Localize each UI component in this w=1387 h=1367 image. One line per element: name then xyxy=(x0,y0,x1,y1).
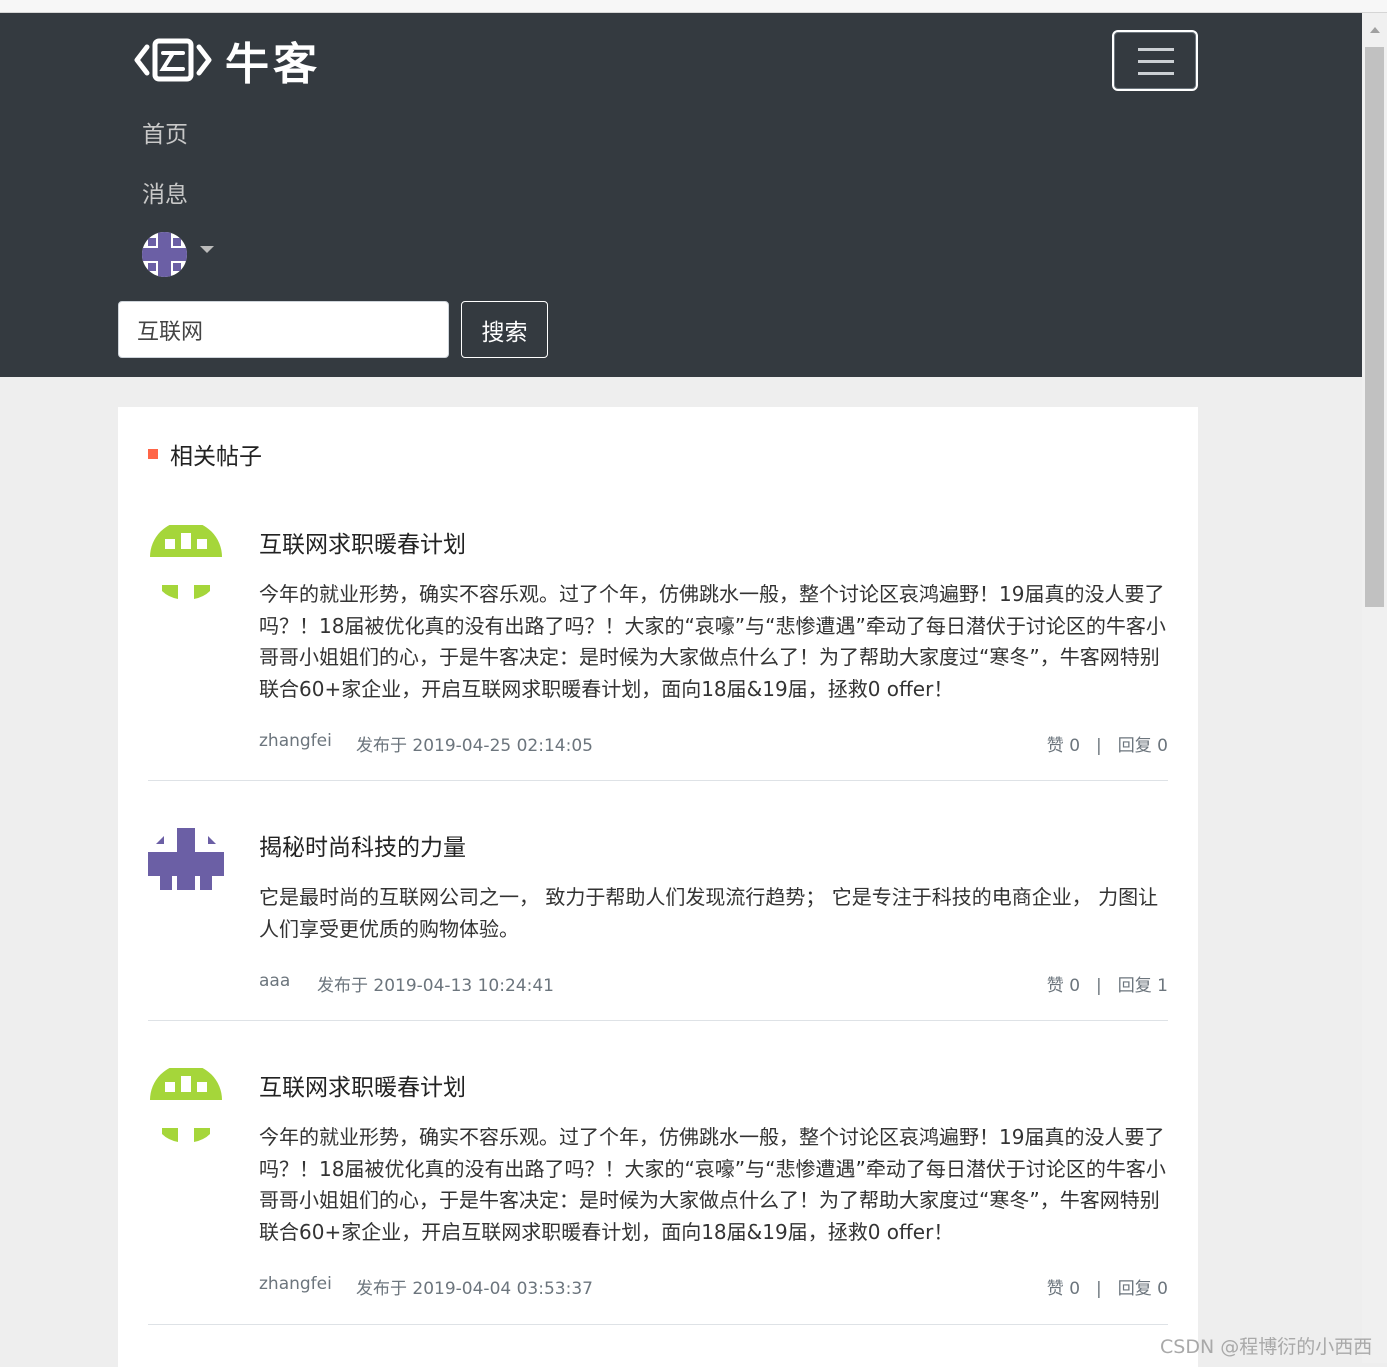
post-title-link[interactable]: 揭秘时尚科技的力量 xyxy=(259,828,466,862)
like-count[interactable]: 赞 0 xyxy=(1047,1279,1080,1299)
post-author[interactable]: zhangfei xyxy=(259,731,332,751)
post-item: 揭秘时尚科技的力量 它是最时尚的互联网公司之一， 致力于帮助人们发现流行趋势； … xyxy=(148,828,1168,1008)
post-title-link[interactable]: 互联网求职暖春计划 xyxy=(259,1068,466,1102)
dropdown-caret-icon[interactable] xyxy=(200,246,214,253)
user-avatar-image xyxy=(142,232,187,277)
post-author-avatar[interactable] xyxy=(148,1068,224,1144)
top-navbar: 牛客 首页 消息 搜索 xyxy=(0,13,1362,377)
post-author[interactable]: aaa xyxy=(259,971,290,991)
reply-count[interactable]: 回复 0 xyxy=(1118,1279,1168,1299)
section-title: 相关帖子 xyxy=(170,444,262,470)
search-input[interactable] xyxy=(118,301,449,358)
post-title-link[interactable]: 互联网求职暖春计划 xyxy=(259,525,466,559)
like-count[interactable]: 赞 0 xyxy=(1047,736,1080,756)
scroll-up-arrow-icon[interactable] xyxy=(1370,27,1380,33)
search-button[interactable]: 搜索 xyxy=(461,301,548,358)
browser-top-strip xyxy=(0,0,1387,13)
nav-home-link[interactable]: 首页 xyxy=(142,115,188,149)
watermark-text: CSDN @程博衍的小西西 xyxy=(1160,1336,1373,1358)
post-divider xyxy=(148,780,1168,781)
scrollbar-thumb[interactable] xyxy=(1365,47,1384,607)
page-scrollbar[interactable] xyxy=(1362,13,1387,1363)
post-author-avatar[interactable] xyxy=(148,828,224,904)
post-excerpt: 今年的就业形势，确实不容乐观。过了个年，仿佛跳水一般，整个讨论区哀鸿遍野！19届… xyxy=(259,582,1166,701)
post-author-avatar[interactable] xyxy=(148,525,224,601)
meta-separator: | xyxy=(1096,1279,1102,1299)
navbar-toggle-button[interactable] xyxy=(1112,30,1198,91)
brand-name: 牛客 xyxy=(225,39,321,90)
post-excerpt: 它是最时尚的互联网公司之一， 致力于帮助人们发现流行趋势； 它是专注于科技的电商… xyxy=(259,885,1159,941)
hamburger-icon-bar xyxy=(1138,60,1174,63)
brand-logo[interactable]: 牛客 xyxy=(133,33,321,90)
post-stats: 赞 0 | 回复 0 xyxy=(1047,731,1168,756)
post-item: 互联网求职暖春计划 今年的就业形势，确实不容乐观。过了个年，仿佛跳水一般，整个讨… xyxy=(148,525,1168,785)
reply-count[interactable]: 回复 1 xyxy=(1118,976,1168,996)
section-header: 相关帖子 xyxy=(148,437,262,471)
search-results-panel: 相关帖子 互联网求职暖春计划 今年的就业形势，确实不容乐观。过了个年，仿佛跳水一… xyxy=(118,407,1198,1367)
hamburger-icon xyxy=(1138,48,1174,51)
user-avatar[interactable] xyxy=(142,232,187,277)
post-date: 发布于 2019-04-13 10:24:41 xyxy=(317,976,554,996)
like-count[interactable]: 赞 0 xyxy=(1047,976,1080,996)
post-excerpt: 今年的就业形势，确实不容乐观。过了个年，仿佛跳水一般，整个讨论区哀鸿遍野！19届… xyxy=(259,1125,1166,1244)
post-item: 互联网求职暖春计划 今年的就业形势，确实不容乐观。过了个年，仿佛跳水一般，整个讨… xyxy=(148,1068,1168,1328)
post-stats: 赞 0 | 回复 1 xyxy=(1047,971,1168,996)
niuke-logo-icon xyxy=(134,38,212,82)
post-stats: 赞 0 | 回复 0 xyxy=(1047,1274,1168,1299)
hamburger-icon-bar xyxy=(1138,72,1174,75)
reply-count[interactable]: 回复 0 xyxy=(1118,736,1168,756)
post-divider xyxy=(148,1020,1168,1021)
post-divider xyxy=(148,1324,1168,1325)
post-date: 发布于 2019-04-25 02:14:05 xyxy=(356,736,593,756)
meta-separator: | xyxy=(1096,976,1102,996)
post-author[interactable]: zhangfei xyxy=(259,1274,332,1294)
nav-messages-link[interactable]: 消息 xyxy=(142,175,188,209)
post-date: 发布于 2019-04-04 03:53:37 xyxy=(356,1279,593,1299)
meta-separator: | xyxy=(1096,736,1102,756)
section-marker-icon xyxy=(148,449,158,459)
